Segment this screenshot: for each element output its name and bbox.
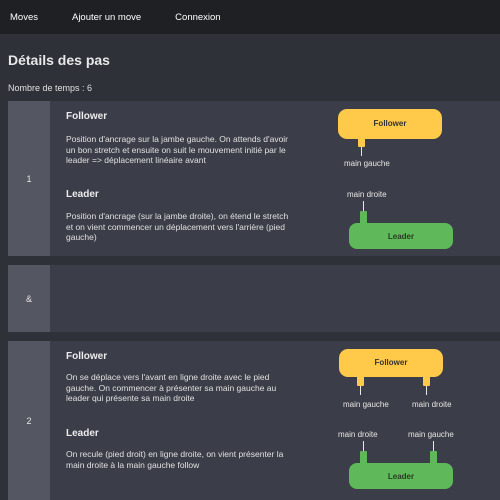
beat-label: 1 [8, 101, 50, 256]
hand-label-main-gauche: main gauche [344, 159, 390, 168]
leader-diagram-svg: main droite Leader [347, 190, 453, 249]
top-navbar: Moves Ajouter un move Connexion [0, 0, 500, 34]
follower-hand-diagram: Follower main gauche main droite [334, 349, 464, 415]
nav-moves-link[interactable]: Moves [10, 12, 38, 23]
follower-hand-diagram: Follower main gauche [338, 109, 448, 173]
leader-hand-diagram: main droite Leader [341, 187, 456, 251]
follower-hand-left [358, 135, 365, 147]
leader-description: On recule (pied droit) en ligne droite, … [66, 449, 284, 470]
step-card-2: 2 Follower On se déplace vers l'avant en… [8, 341, 500, 500]
follower-hand-left [357, 374, 364, 386]
step-card-and: & [8, 265, 500, 332]
nav-login-link[interactable]: Connexion [175, 12, 220, 23]
leader-bar-label: Leader [388, 472, 414, 481]
beat-label: & [8, 265, 50, 332]
beat-count: Nombre de temps : 6 [8, 83, 93, 93]
follower-bar-label: Follower [374, 119, 407, 128]
beat-label: 2 [8, 341, 50, 500]
follower-description: On se déplace vers l'avant en ligne droi… [66, 372, 277, 403]
follower-bar-label: Follower [375, 358, 408, 367]
follower-diagram-svg: Follower main gauche [338, 109, 442, 168]
hand-label-main-droite: main droite [412, 400, 452, 409]
follower-diagram-svg: Follower main gauche main droite [339, 349, 452, 409]
leader-hand-diagram: main droite main gauche Leader [338, 427, 468, 493]
follower-description: Position d'ancrage sur la jambe gauche. … [66, 134, 289, 165]
hand-label-main-droite: main droite [338, 430, 378, 439]
leader-description: Position d'ancrage (sur la jambe droite)… [66, 211, 289, 242]
nav-add-move-link[interactable]: Ajouter un move [72, 12, 141, 23]
follower-title: Follower [66, 111, 108, 122]
hand-label-main-gauche: main gauche [343, 400, 389, 409]
page-title: Détails des pas [8, 52, 110, 68]
follower-hand-right [423, 374, 430, 386]
hand-label-main-gauche: main gauche [408, 430, 454, 439]
follower-title: Follower [66, 351, 108, 362]
step-card-1: 1 Follower Position d'ancrage sur la jam… [8, 101, 500, 256]
leader-hand-left [430, 451, 437, 465]
leader-hand-right [360, 451, 367, 465]
leader-title: Leader [66, 428, 99, 439]
hand-label-main-droite: main droite [347, 190, 387, 199]
leader-title: Leader [66, 189, 99, 200]
leader-bar-label: Leader [388, 232, 414, 241]
leader-hand-right [360, 211, 367, 225]
leader-diagram-svg: main droite main gauche Leader [338, 430, 454, 489]
